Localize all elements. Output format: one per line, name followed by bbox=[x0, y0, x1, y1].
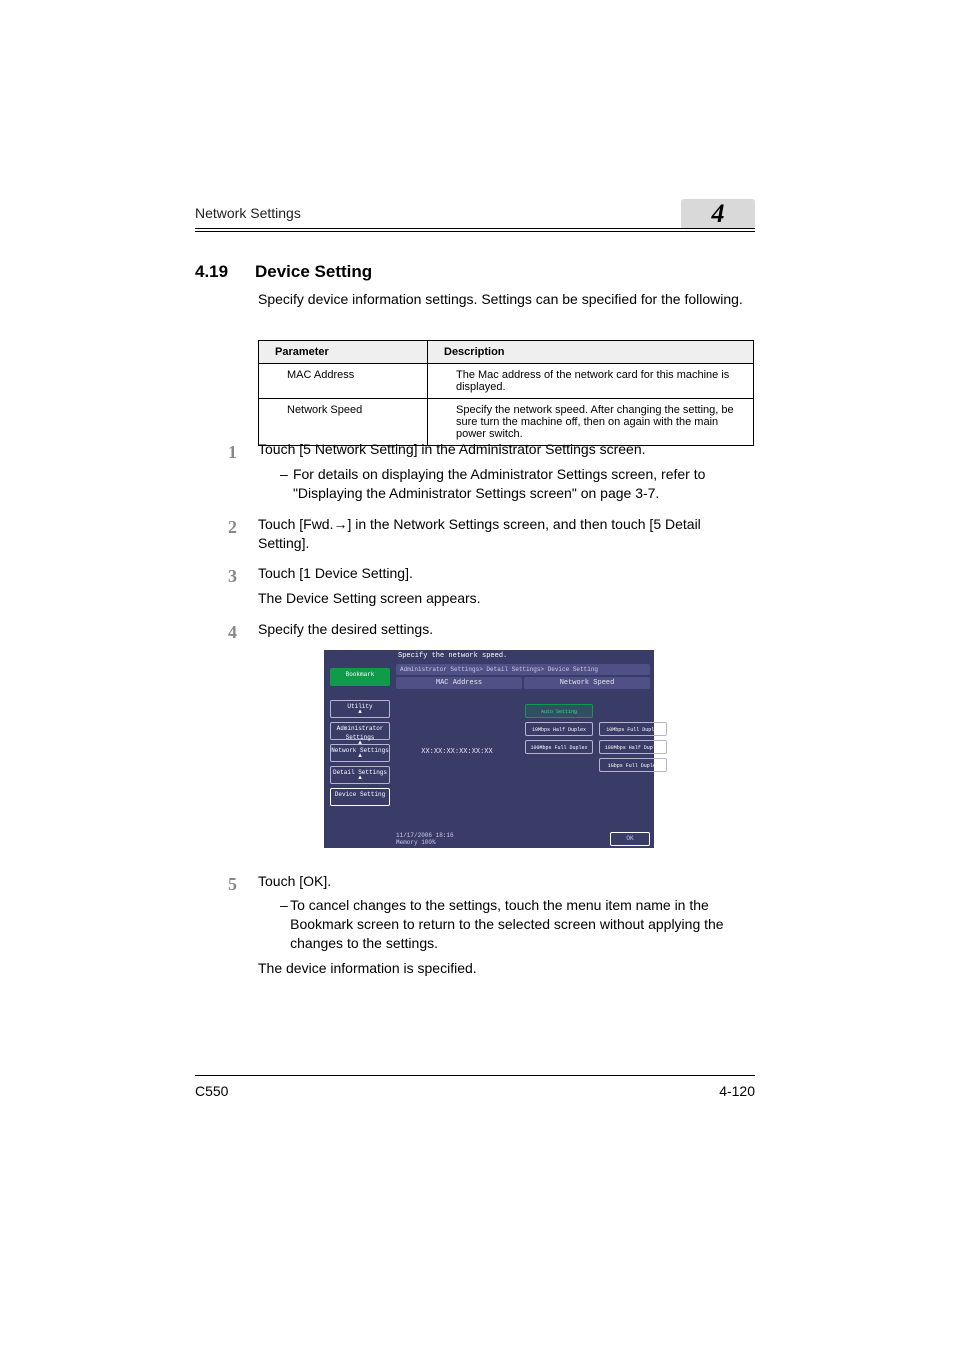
panel-breadcrumb: Administrator Settings> Detail Settings>… bbox=[396, 664, 650, 675]
nav-bookmark[interactable]: Bookmark bbox=[330, 668, 390, 686]
nav-admin-settings[interactable]: Administrator Settings▲ bbox=[330, 722, 390, 740]
chapter-number: 4 bbox=[712, 199, 725, 229]
nav-device-setting[interactable]: Device Setting bbox=[330, 788, 390, 806]
speed-buttons: Auto Setting 10Mbps Half Duplex 10Mbps F… bbox=[524, 702, 670, 774]
cell-param: Network Speed bbox=[259, 399, 428, 446]
step-2: 2 Touch [Fwd.→] in the Network Settings … bbox=[258, 515, 754, 553]
step-text: Touch [5 Network Setting] in the Adminis… bbox=[258, 440, 754, 459]
step-text: Touch [OK]. bbox=[258, 872, 754, 891]
step-number: 2 bbox=[228, 515, 258, 539]
table-row: Network Speed Specify the network speed.… bbox=[259, 399, 754, 446]
btn-100-full[interactable]: 100Mbps Full Duplex bbox=[525, 740, 593, 754]
chevron-up-icon: ▲ bbox=[331, 710, 389, 714]
step-subtext: To cancel changes to the settings, touch… bbox=[290, 896, 754, 953]
step-text: Touch [1 Device Setting]. bbox=[258, 564, 754, 583]
step-number: 3 bbox=[228, 564, 258, 588]
btn-100-half[interactable]: 100Mbps Half Duplex bbox=[599, 740, 667, 754]
col-network-speed: Network Speed bbox=[524, 677, 650, 689]
step-subitem: –To cancel changes to the settings, touc… bbox=[280, 896, 754, 953]
nav-utility[interactable]: Utility▲ bbox=[330, 700, 390, 718]
th-parameter: Parameter bbox=[259, 341, 428, 364]
step-1: 1 Touch [5 Network Setting] in the Admin… bbox=[258, 440, 754, 503]
step-after: The device information is specified. bbox=[258, 959, 754, 978]
chapter-tab: 4 bbox=[681, 199, 755, 229]
step-subitem: –For details on displaying the Administr… bbox=[280, 465, 754, 503]
panel-sidebar: Bookmark Utility▲ Administrator Settings… bbox=[327, 664, 393, 806]
footer-page: 4-120 bbox=[719, 1083, 755, 1099]
step-4: 4 Specify the desired settings. bbox=[258, 620, 754, 644]
nav-detail-settings[interactable]: Detail Settings▲ bbox=[330, 766, 390, 784]
btn-auto-setting[interactable]: Auto Setting bbox=[525, 704, 593, 718]
cell-param: MAC Address bbox=[259, 364, 428, 399]
table-row: MAC Address The Mac address of the netwo… bbox=[259, 364, 754, 399]
col-mac-address: MAC Address bbox=[396, 677, 522, 689]
btn-10-half[interactable]: 10Mbps Half Duplex bbox=[525, 722, 593, 736]
ok-button[interactable]: OK bbox=[610, 832, 650, 846]
parameter-table: Parameter Description MAC Address The Ma… bbox=[258, 340, 754, 446]
th-description: Description bbox=[428, 341, 754, 364]
step-after: The Device Setting screen appears. bbox=[258, 589, 754, 608]
step-number: 5 bbox=[228, 872, 258, 896]
panel-instruction: Specify the network speed. bbox=[398, 652, 507, 660]
cell-desc: Specify the network speed. After changin… bbox=[428, 399, 754, 446]
mac-address-value: XX:XX:XX:XX:XX:XX bbox=[396, 748, 518, 756]
step-5: 5 Touch [OK]. –To cancel changes to the … bbox=[258, 872, 754, 978]
footer-rule bbox=[195, 1075, 755, 1076]
panel-datetime: 11/17/2006 18:16 bbox=[396, 832, 454, 839]
section-number: 4.19 bbox=[195, 262, 255, 282]
chevron-up-icon: ▲ bbox=[331, 754, 389, 758]
device-setting-screenshot: Specify the network speed. Bookmark Util… bbox=[324, 650, 654, 848]
step-number: 1 bbox=[228, 440, 258, 464]
step-number: 4 bbox=[228, 620, 258, 644]
btn-1g-full[interactable]: 1Gbps Full Duplex bbox=[599, 758, 667, 772]
cell-desc: The Mac address of the network card for … bbox=[428, 364, 754, 399]
chevron-up-icon: ▲ bbox=[331, 776, 389, 780]
btn-10-full[interactable]: 10Mbps Full Duplex bbox=[599, 722, 667, 736]
step-text: Touch [Fwd.→] in the Network Settings sc… bbox=[258, 515, 754, 553]
header-rule bbox=[195, 228, 755, 232]
footer-model: C550 bbox=[195, 1083, 228, 1099]
intro-paragraph: Specify device information settings. Set… bbox=[258, 290, 754, 309]
section-title-text: Device Setting bbox=[255, 262, 372, 281]
step-3: 3 Touch [1 Device Setting]. The Device S… bbox=[258, 564, 754, 608]
nav-network-settings[interactable]: Network Settings▲ bbox=[330, 744, 390, 762]
running-head-title: Network Settings bbox=[195, 205, 301, 221]
step-subtext: For details on displaying the Administra… bbox=[293, 465, 754, 503]
section-heading: 4.19Device Setting bbox=[195, 262, 372, 282]
step-text: Specify the desired settings. bbox=[258, 620, 754, 639]
panel-memory: Memory 100% bbox=[396, 839, 454, 846]
